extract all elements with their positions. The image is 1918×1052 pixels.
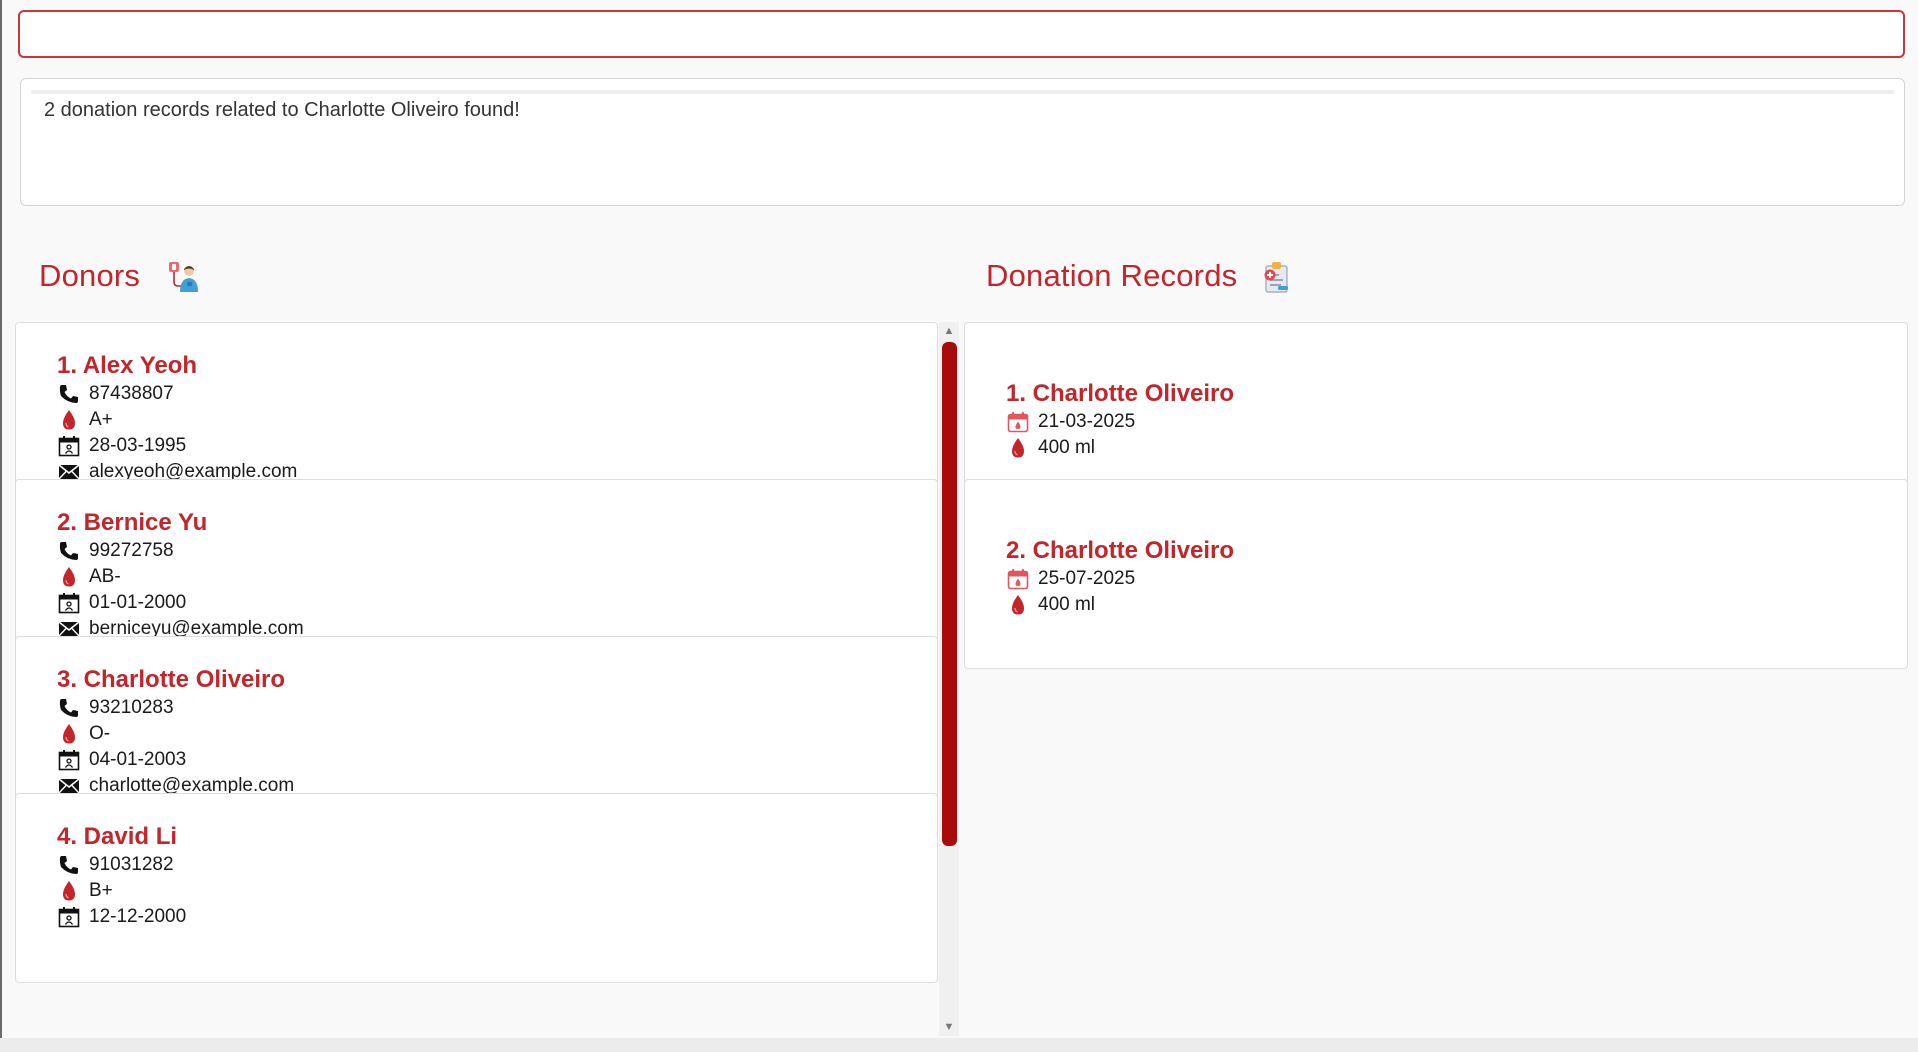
status-bar bbox=[0, 1038, 1918, 1052]
command-box[interactable] bbox=[18, 10, 1905, 58]
donor-phone-value: 87438807 bbox=[89, 383, 174, 404]
donor-name: 3. Charlotte Oliveiro bbox=[57, 666, 286, 693]
donation-record-list[interactable]: 1. Charlotte Oliveiro 21-03-2025 400 ml 2. … bbox=[964, 322, 1908, 1036]
donor-blood-type-value: A+ bbox=[89, 409, 113, 430]
record-date: 25-07-2025 bbox=[1006, 566, 1234, 592]
donor-list[interactable]: 1. Alex Yeoh 87438807 A+ 28-03-1995 alexyeoh… bbox=[15, 322, 938, 1036]
donation-date-icon bbox=[1006, 568, 1030, 590]
donor-card[interactable]: 4. David Li 91031282 B+ 12-12-2000 bbox=[15, 793, 938, 983]
record-donor-name: 2. Charlotte Oliveiro bbox=[1006, 537, 1235, 564]
donation-date-icon bbox=[1006, 411, 1030, 433]
record-date: 21-03-2025 bbox=[1006, 409, 1234, 435]
donor-blood-type: O- bbox=[57, 721, 294, 747]
donor-patient-icon bbox=[167, 260, 201, 294]
record-volume-value: 400 ml bbox=[1038, 437, 1096, 458]
donor-dob-value: 12-12-2000 bbox=[89, 906, 187, 927]
scroll-thumb[interactable] bbox=[942, 342, 957, 846]
donor-dob-value: 04-01-2003 bbox=[89, 749, 187, 770]
donor-blood-type-value: B+ bbox=[89, 880, 113, 901]
donors-title: Donors bbox=[39, 258, 141, 293]
donor-dob: 04-01-2003 bbox=[57, 747, 294, 773]
blood-drop-icon bbox=[57, 723, 81, 745]
phone-icon bbox=[57, 697, 81, 719]
result-scroll-track bbox=[31, 90, 1894, 94]
phone-icon bbox=[57, 540, 81, 562]
scroll-up-icon[interactable]: ▲ bbox=[939, 322, 959, 340]
donor-blood-type: A+ bbox=[57, 407, 297, 433]
birthday-calendar-icon bbox=[57, 435, 81, 457]
donor-blood-type: B+ bbox=[57, 878, 186, 904]
record-date-value: 25-07-2025 bbox=[1038, 568, 1136, 589]
records-title: Donation Records bbox=[986, 258, 1238, 293]
record-volume: 400 ml bbox=[1006, 592, 1234, 618]
donor-blood-type-value: AB- bbox=[89, 566, 121, 587]
donor-dob-value: 01-01-2000 bbox=[89, 592, 187, 613]
phone-icon bbox=[57, 383, 81, 405]
result-message: 2 donation records related to Charlotte … bbox=[44, 99, 520, 121]
command-input[interactable] bbox=[20, 12, 1903, 56]
donor-phone-value: 91031282 bbox=[89, 854, 174, 875]
donor-phone: 91031282 bbox=[57, 852, 186, 878]
window-edge bbox=[0, 0, 2, 1052]
record-donor-name: 1. Charlotte Oliveiro bbox=[1006, 380, 1235, 407]
donor-phone-value: 99272758 bbox=[89, 540, 174, 561]
birthday-calendar-icon bbox=[57, 749, 81, 771]
donor-dob: 28-03-1995 bbox=[57, 433, 297, 459]
donor-phone: 99272758 bbox=[57, 538, 304, 564]
medical-record-icon bbox=[1260, 260, 1294, 294]
record-volume-value: 400 ml bbox=[1038, 594, 1096, 615]
donor-blood-type-value: O- bbox=[89, 723, 111, 744]
donor-name: 2. Bernice Yu bbox=[57, 509, 208, 536]
blood-drop-icon bbox=[1006, 437, 1030, 459]
donor-dob: 01-01-2000 bbox=[57, 590, 304, 616]
donor-name: 4. David Li bbox=[57, 823, 178, 850]
blood-drop-icon bbox=[1006, 594, 1030, 616]
birthday-calendar-icon bbox=[57, 592, 81, 614]
record-volume: 400 ml bbox=[1006, 435, 1234, 461]
donor-dob-value: 28-03-1995 bbox=[89, 435, 187, 456]
scroll-down-icon[interactable]: ▼ bbox=[939, 1018, 959, 1036]
donor-list-scrollbar[interactable]: ▲ ▼ bbox=[939, 322, 959, 1036]
donor-blood-type: AB- bbox=[57, 564, 304, 590]
donor-phone-value: 93210283 bbox=[89, 697, 174, 718]
donor-dob: 12-12-2000 bbox=[57, 904, 186, 930]
donor-phone: 87438807 bbox=[57, 381, 297, 407]
blood-drop-icon bbox=[57, 409, 81, 431]
donor-name: 1. Alex Yeoh bbox=[57, 352, 198, 379]
result-display: 2 donation records related to Charlotte … bbox=[20, 78, 1905, 206]
blood-drop-icon bbox=[57, 566, 81, 588]
app-window: 2 donation records related to Charlotte … bbox=[0, 0, 1918, 1052]
blood-drop-icon bbox=[57, 880, 81, 902]
birthday-calendar-icon bbox=[57, 906, 81, 928]
record-date-value: 21-03-2025 bbox=[1038, 411, 1136, 432]
donation-record-card[interactable]: 2. Charlotte Oliveiro 25-07-2025 400 ml bbox=[964, 479, 1908, 669]
donor-phone: 93210283 bbox=[57, 695, 294, 721]
phone-icon bbox=[57, 854, 81, 876]
